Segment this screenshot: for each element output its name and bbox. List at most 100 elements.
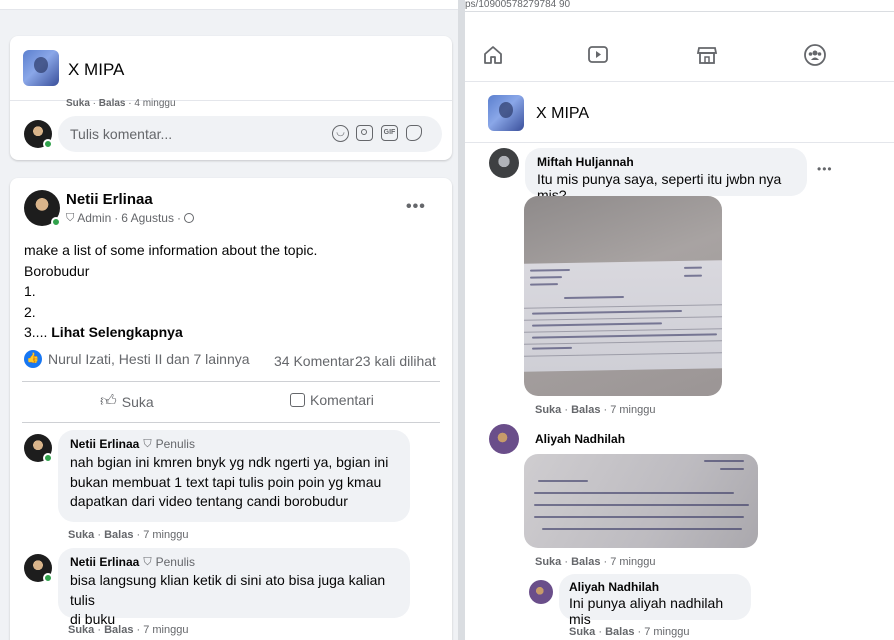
like-link[interactable]: Suka bbox=[569, 626, 595, 638]
comment-author-name[interactable]: Aliyah Nadhilah bbox=[535, 432, 625, 446]
thumbs-up-icon: 👍︎ bbox=[100, 393, 117, 410]
like-reaction-icon: 👍 bbox=[24, 350, 42, 368]
comment-author-name[interactable]: Miftah Huljannah bbox=[537, 155, 795, 169]
reactions-summary[interactable]: 👍 Nurul Izati, Hesti II dan 7 lainnya bbox=[24, 350, 250, 368]
views-count: 23 kali dilihat bbox=[355, 353, 436, 369]
comment-bubble: Netii Erlinaa ⛉ Penulis nah bgian ini km… bbox=[58, 430, 410, 522]
reply-link[interactable]: Balas bbox=[104, 529, 133, 541]
post-body-line: Borobudur bbox=[24, 262, 90, 279]
post-body: make a list of some information about th… bbox=[24, 240, 317, 343]
group-avatar[interactable] bbox=[488, 95, 524, 131]
reactions-text: Nurul Izati, Hesti II dan 7 lainnya bbox=[48, 351, 250, 367]
paper-line bbox=[524, 316, 722, 321]
handwriting bbox=[564, 295, 624, 300]
post-author-name[interactable]: Netii Erlinaa bbox=[66, 191, 153, 208]
handwriting bbox=[534, 492, 734, 494]
marketplace-icon[interactable] bbox=[695, 44, 719, 66]
comment-meta: Suka · Balas · 7 minggu bbox=[68, 529, 189, 541]
user-avatar[interactable] bbox=[24, 120, 53, 149]
screenshot-divider bbox=[458, 0, 465, 640]
notebook-page bbox=[524, 260, 722, 372]
comment-photo-attachment[interactable] bbox=[524, 196, 722, 396]
post-date[interactable]: 6 Agustus bbox=[121, 211, 174, 225]
comment-author-avatar[interactable] bbox=[489, 424, 519, 454]
author-badge: Penulis bbox=[155, 437, 195, 451]
like-link[interactable]: Suka bbox=[68, 624, 94, 636]
handwriting bbox=[704, 460, 744, 462]
post-body-line: 1. bbox=[24, 283, 36, 299]
comment-author-name[interactable]: Netii Erlinaa bbox=[70, 437, 139, 451]
like-link[interactable]: Suka bbox=[535, 556, 561, 568]
reply-link[interactable]: Balas bbox=[605, 626, 634, 638]
watch-icon[interactable] bbox=[586, 44, 610, 66]
comment-text: Ini punya aliyah nadhilah mis bbox=[569, 595, 724, 627]
paper-line bbox=[524, 304, 722, 309]
comment-text-line: bisa langsung klian ketik di sini ato bi… bbox=[70, 572, 386, 608]
handwriting bbox=[532, 322, 662, 327]
comment-author-avatar[interactable] bbox=[529, 580, 553, 604]
admin-shield-icon: ⛉ bbox=[66, 211, 75, 224]
comment-time: 4 minggu bbox=[134, 98, 176, 109]
sep: · bbox=[114, 211, 119, 225]
audience-icon bbox=[183, 213, 194, 223]
comment-button[interactable]: Komentari bbox=[290, 392, 374, 408]
like-button-label: Suka bbox=[121, 393, 154, 410]
handwriting bbox=[720, 468, 744, 470]
divider bbox=[22, 381, 440, 382]
like-link[interactable]: Suka bbox=[68, 529, 94, 541]
comment-time: 7 minggu bbox=[610, 556, 656, 568]
url-fragment: ps/10900578279784 90 bbox=[465, 0, 894, 12]
author-badge-icon: ⛉ bbox=[143, 437, 152, 450]
reply-link[interactable]: Balas bbox=[571, 556, 600, 568]
comment-bubble: Aliyah Nadhilah Ini punya aliyah nadhila… bbox=[559, 574, 751, 627]
comment-author-avatar[interactable] bbox=[489, 148, 519, 178]
like-link[interactable]: Suka bbox=[535, 404, 561, 416]
group-name[interactable]: X MIPA bbox=[536, 105, 589, 123]
groups-icon[interactable] bbox=[803, 43, 827, 67]
online-indicator bbox=[43, 453, 53, 463]
home-icon[interactable] bbox=[481, 44, 505, 66]
handwriting bbox=[532, 309, 682, 315]
comment-options-icon[interactable]: ••• bbox=[817, 162, 833, 176]
group-header: X MIPA bbox=[465, 83, 894, 143]
sticker-icon[interactable] bbox=[406, 125, 422, 141]
gif-icon[interactable]: GIF bbox=[381, 125, 398, 141]
left-screenshot-pane: X MIPA Suka · Balas · 4 minggu Tulis kom… bbox=[0, 0, 458, 640]
handwriting bbox=[532, 346, 572, 350]
reply-link[interactable]: Balas bbox=[99, 98, 126, 109]
comment-photo-attachment[interactable] bbox=[524, 454, 758, 548]
group-name[interactable]: X MIPA bbox=[68, 60, 124, 80]
comment-input-placeholder: Tulis komentar... bbox=[70, 126, 173, 142]
like-link[interactable]: Suka bbox=[66, 98, 90, 109]
comment-bubble: Miftah Huljannah Itu mis punya saya, sep… bbox=[525, 148, 807, 203]
comment-author-name[interactable]: Netii Erlinaa bbox=[70, 555, 139, 569]
comment-input-box[interactable]: Tulis komentar... ◡ GIF bbox=[58, 116, 442, 152]
comment-author-avatar[interactable] bbox=[24, 434, 53, 463]
see-more-link[interactable]: Lihat Selengkapnya bbox=[51, 324, 182, 340]
comment-button-label: Komentari bbox=[310, 392, 374, 408]
post-author-avatar[interactable] bbox=[24, 190, 61, 227]
group-avatar[interactable] bbox=[23, 50, 59, 86]
like-button[interactable]: 👍︎ Suka bbox=[100, 392, 154, 411]
handwriting bbox=[542, 528, 742, 530]
comment-text-line: nah bgian ini kmren bnyk yg ndk ngerti y… bbox=[70, 454, 389, 470]
sep: · bbox=[89, 98, 99, 109]
camera-icon[interactable] bbox=[356, 125, 373, 141]
emoji-icon[interactable]: ◡ bbox=[332, 125, 349, 142]
comment-text-line: dapatkan dari video tentang candi borobu… bbox=[70, 493, 348, 509]
speech-bubble-icon bbox=[290, 393, 305, 407]
comment-time: 7 minggu bbox=[143, 529, 189, 541]
reply-link[interactable]: Balas bbox=[104, 624, 133, 636]
comment-time: 7 minggu bbox=[143, 624, 189, 636]
reply-link[interactable]: Balas bbox=[571, 404, 600, 416]
sep: · bbox=[176, 211, 181, 225]
comment-author-name[interactable]: Aliyah Nadhilah bbox=[569, 580, 741, 594]
handwriting bbox=[532, 333, 717, 339]
post-options-icon[interactable]: ••• bbox=[406, 198, 426, 216]
comment-meta: Suka · Balas · 7 minggu bbox=[569, 626, 690, 638]
post-body-line: 3.... bbox=[24, 324, 48, 340]
handwriting bbox=[534, 516, 744, 518]
comments-count[interactable]: 34 Komentar bbox=[274, 353, 354, 369]
paper-line bbox=[524, 352, 722, 357]
comment-author-avatar[interactable] bbox=[24, 554, 53, 583]
